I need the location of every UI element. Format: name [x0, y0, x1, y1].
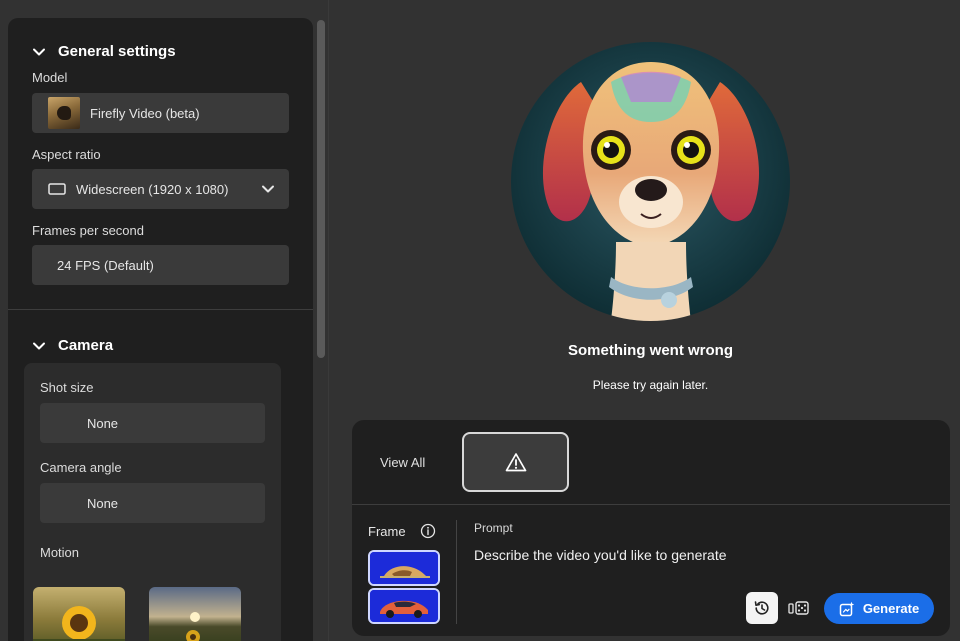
shot-size-value: None	[86, 415, 119, 431]
aspect-ratio-value: Widescreen (1920 x 1080)	[76, 181, 229, 197]
error-subtitle: Please try again later.	[592, 378, 709, 392]
settings-scrollbar-thumb[interactable]	[317, 20, 325, 358]
aspect-ratio-label: Aspect ratio	[32, 147, 101, 162]
generate-label: Generate	[862, 601, 920, 616]
model-value: Firefly Video (beta)	[90, 105, 200, 121]
history-icon	[754, 601, 769, 615]
model-label: Model	[32, 70, 68, 85]
model-select[interactable]: Firefly Video (beta)	[32, 93, 289, 133]
frame-label: Frame	[368, 524, 406, 539]
info-icon[interactable]	[420, 523, 436, 539]
history-button[interactable]	[746, 592, 778, 624]
dog-illustration	[511, 42, 790, 321]
end-frame-thumbnail[interactable]	[368, 588, 440, 624]
view-all-button[interactable]: View All	[380, 455, 425, 470]
camera-title: Camera	[58, 337, 114, 354]
widescreen-icon	[48, 183, 66, 195]
fps-value: 24 FPS (Default)	[57, 257, 154, 273]
generation-divider	[352, 504, 950, 505]
start-frame-thumbnail[interactable]	[368, 550, 440, 586]
section-divider	[8, 309, 313, 310]
panel-edge	[328, 0, 329, 641]
dice-icon	[788, 601, 809, 615]
error-illustration	[511, 42, 790, 321]
prompt-label: Prompt	[474, 521, 513, 535]
generate-icon	[839, 601, 855, 616]
chevron-down-icon	[262, 185, 274, 193]
camera-angle-label: Camera angle	[40, 460, 122, 475]
generate-button[interactable]: Generate	[824, 593, 934, 624]
motion-label: Motion	[40, 545, 80, 560]
aspect-ratio-select[interactable]: Widescreen (1920 x 1080)	[32, 169, 289, 209]
camera-angle-value: None	[86, 495, 119, 511]
settings-panel: General settings Model Firefly Video (be…	[8, 18, 313, 641]
general-settings-title: General settings	[58, 43, 176, 60]
shot-size-select[interactable]: None	[40, 403, 265, 443]
sunset-field-thumbnail	[149, 587, 241, 641]
error-title: Something went wrong	[568, 342, 733, 359]
model-thumbnail	[48, 97, 80, 129]
warning-icon	[505, 453, 526, 472]
fps-select[interactable]: 24 FPS (Default)	[32, 245, 289, 285]
camera-card: Shot size None Camera angle None Motion	[24, 363, 281, 641]
camera-angle-select[interactable]: None	[40, 483, 265, 523]
motion-option-sunflower[interactable]	[33, 587, 125, 641]
general-settings-header[interactable]: General settings	[32, 43, 176, 60]
shot-size-label: Shot size	[40, 380, 94, 395]
prompt-input[interactable]	[474, 544, 914, 566]
sunflower-thumbnail	[33, 587, 125, 641]
generation-panel: View All Frame Prompt Describe the video…	[352, 420, 950, 636]
red-car-image	[370, 590, 438, 622]
failed-generation-tile[interactable]	[462, 432, 569, 492]
camera-header[interactable]: Camera	[32, 337, 113, 354]
fps-label: Frames per second	[32, 223, 144, 238]
seed-button[interactable]	[787, 597, 811, 619]
chevron-down-icon	[33, 342, 45, 349]
motion-option-sunset-field[interactable]	[149, 587, 241, 641]
desert-rock-image	[370, 552, 438, 584]
chevron-down-icon	[33, 48, 45, 55]
frame-prompt-separator	[456, 520, 457, 624]
